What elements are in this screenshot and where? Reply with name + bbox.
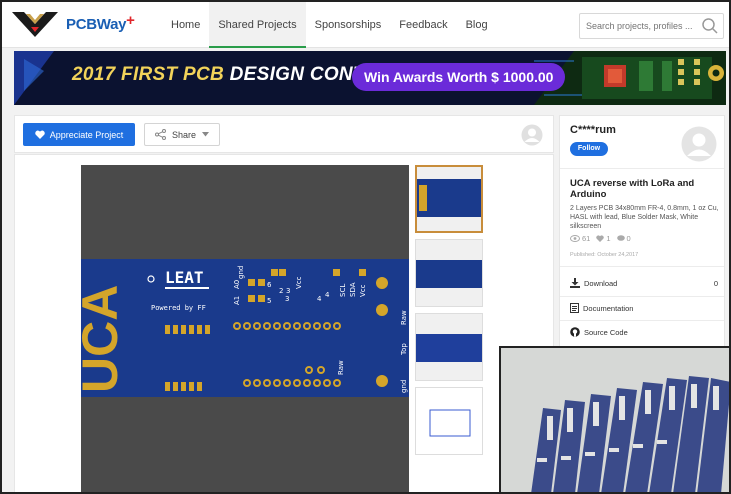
svg-text:gnd: gnd xyxy=(237,266,245,279)
svg-text:Vcc: Vcc xyxy=(359,284,367,297)
follow-button[interactable]: Follow xyxy=(570,142,608,156)
svg-text:3: 3 xyxy=(285,295,289,303)
project-title: UCA reverse with LoRa and Arduino xyxy=(570,178,695,200)
share-button[interactable]: Share xyxy=(144,123,220,146)
author-avatar-icon[interactable] xyxy=(681,126,717,162)
nav-feedback[interactable]: Feedback xyxy=(390,2,456,48)
top-navigation-bar: PCBWay+ Home Shared Projects Sponsorship… xyxy=(2,2,729,48)
pcbway-logo-mark xyxy=(12,12,58,37)
divider xyxy=(560,320,724,321)
board-stack-photo xyxy=(501,348,729,492)
svg-text:Raw: Raw xyxy=(337,360,345,375)
pcbway-logo[interactable]: PCBWay+ xyxy=(12,10,135,38)
github-icon xyxy=(570,327,580,337)
nav-sponsorships[interactable]: Sponsorships xyxy=(306,2,391,48)
svg-text:A1: A1 xyxy=(233,296,241,305)
thumbnail-strip xyxy=(415,165,485,461)
views-stat: 61 xyxy=(570,234,590,243)
pcb-render: UCA LEAT Powered by FF gnd Vcc Raw Top g… xyxy=(81,259,409,397)
svg-text:Raw: Raw xyxy=(400,310,408,325)
published-date: Published: October 24,2017 xyxy=(570,252,639,258)
avatar-small-icon[interactable] xyxy=(521,124,543,146)
svg-text:SDA: SDA xyxy=(349,282,357,297)
svg-text:3: 3 xyxy=(286,287,290,295)
divider xyxy=(560,168,724,169)
svg-text:Powered by FF: Powered by FF xyxy=(151,304,206,312)
nav-blog[interactable]: Blog xyxy=(457,2,497,48)
svg-text:A0: A0 xyxy=(233,280,241,289)
svg-text:4: 4 xyxy=(325,291,330,299)
comment-icon xyxy=(616,235,625,241)
pcb-image-viewer[interactable]: UCA LEAT Powered by FF gnd Vcc Raw Top g… xyxy=(81,165,409,492)
svg-text:6: 6 xyxy=(267,281,272,289)
inset-board-photo xyxy=(499,346,729,492)
thumbnail-1[interactable] xyxy=(415,165,483,233)
pcb-uca-letters: UCA xyxy=(81,285,128,393)
project-preview: UCA LEAT Powered by FF gnd Vcc Raw Top g… xyxy=(14,154,554,492)
share-icon xyxy=(155,129,166,140)
thumbnail-2[interactable] xyxy=(415,239,483,307)
document-icon xyxy=(570,303,579,313)
thumbnail-3[interactable] xyxy=(415,313,483,381)
heart-icon xyxy=(34,130,45,139)
appreciate-project-button[interactable]: Appreciate Project xyxy=(23,123,135,146)
svg-text:gnd: gnd xyxy=(400,380,408,393)
svg-text:UCA: UCA xyxy=(81,285,128,393)
svg-text:2: 2 xyxy=(279,287,283,295)
svg-text:Vcc: Vcc xyxy=(295,276,303,289)
thumbnail-4[interactable] xyxy=(415,387,483,455)
banner-award-pill: Win Awards Worth $ 1000.00 xyxy=(352,63,566,91)
download-icon xyxy=(570,278,580,288)
svg-text:5: 5 xyxy=(267,297,271,305)
comments-stat[interactable]: 0 xyxy=(616,234,631,243)
page-frame: PCBWay+ Home Shared Projects Sponsorship… xyxy=(0,0,731,494)
eye-icon xyxy=(570,235,580,242)
divider xyxy=(560,266,724,267)
project-action-bar: Appreciate Project Share xyxy=(14,115,554,153)
documentation-row[interactable]: Documentation xyxy=(570,300,718,316)
contest-banner[interactable]: 2017 FIRST PCB DESIGN CONTEST Win Awards… xyxy=(14,51,726,105)
nav-shared-projects[interactable]: Shared Projects xyxy=(209,2,306,48)
svg-text:4: 4 xyxy=(317,295,322,303)
download-row[interactable]: Download 0 xyxy=(570,275,718,291)
svg-text:Top: Top xyxy=(400,343,408,356)
svg-text:SCL: SCL xyxy=(339,284,347,297)
likes-stat[interactable]: 1 xyxy=(596,234,611,243)
project-description: 2 Layers PCB 34x80mm FR-4, 0.8mm, 1 oz C… xyxy=(570,205,719,230)
chevron-down-icon xyxy=(202,132,210,137)
main-nav: Home Shared Projects Sponsorships Feedba… xyxy=(162,2,497,48)
logo-text: PCBWay+ xyxy=(66,11,135,33)
author-name[interactable]: C****rum xyxy=(570,124,616,136)
search-input[interactable] xyxy=(580,14,698,38)
search-icon[interactable] xyxy=(701,17,719,35)
svg-text:LEAT: LEAT xyxy=(165,268,204,287)
heart-icon xyxy=(596,235,605,242)
source-code-row[interactable]: Source Code xyxy=(570,324,718,340)
download-count: 0 xyxy=(713,278,718,288)
nav-home[interactable]: Home xyxy=(162,2,209,48)
divider xyxy=(560,296,724,297)
project-stats: 61 1 0 xyxy=(570,234,631,243)
search-box xyxy=(579,13,724,39)
